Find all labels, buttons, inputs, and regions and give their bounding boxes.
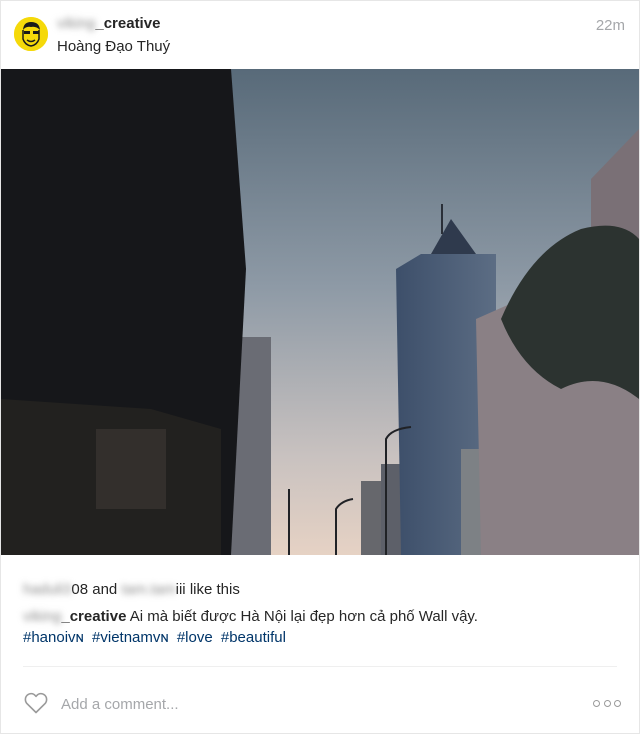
like-button[interactable] bbox=[23, 691, 49, 715]
liker-2[interactable]: iii bbox=[176, 581, 186, 598]
caption-username-blurred: viking bbox=[23, 608, 62, 625]
likes-tail: like this bbox=[189, 581, 240, 598]
likes-joiner: and bbox=[92, 581, 118, 598]
more-dot bbox=[603, 699, 611, 707]
post-location[interactable]: Hoàng Đạo Thuý bbox=[57, 38, 170, 55]
caption-username-visible: _creative bbox=[61, 608, 127, 625]
post-photo[interactable] bbox=[1, 69, 639, 555]
post-header: viking_creative Hoàng Đạo Thuý 22m bbox=[1, 1, 639, 67]
caption-text: Ai mà biết được Hà Nội lại đẹp hơn cả ph… bbox=[129, 608, 478, 625]
username-blurred-part: viking bbox=[57, 15, 96, 32]
comment-input[interactable] bbox=[61, 691, 541, 717]
face-icon bbox=[14, 17, 48, 51]
liker-1-blurred[interactable]: haduli3 bbox=[23, 581, 71, 598]
likes-line: haduli308 and tam.tamiii like this bbox=[23, 581, 240, 598]
post-caption: viking_creative Ai mà biết được Hà Nội l… bbox=[23, 608, 478, 625]
caption-username[interactable]: viking_creative bbox=[23, 608, 126, 625]
more-dot bbox=[593, 699, 600, 707]
hashtag-link[interactable]: #love bbox=[177, 629, 213, 646]
hashtag-link[interactable]: #hanoiᴠɴ bbox=[23, 629, 84, 646]
more-dot bbox=[614, 699, 621, 707]
post-card: viking_creative Hoàng Đạo Thuý 22m hadul… bbox=[0, 0, 640, 734]
caption-hashtags: #hanoiᴠɴ #vietnamᴠɴ #love #beautiful bbox=[23, 629, 290, 646]
hashtag-link[interactable]: #beautiful bbox=[221, 629, 286, 646]
avatar[interactable] bbox=[14, 17, 48, 51]
username-visible-part: _creative bbox=[95, 15, 161, 32]
city-sky-photo bbox=[1, 69, 639, 555]
post-timestamp[interactable]: 22m bbox=[596, 17, 625, 34]
post-username[interactable]: viking_creative bbox=[57, 15, 160, 32]
liker-1[interactable]: 08 bbox=[71, 581, 88, 598]
more-options-button[interactable] bbox=[593, 693, 621, 713]
divider bbox=[23, 666, 617, 667]
liker-2-blurred[interactable]: tam.tam bbox=[121, 581, 175, 598]
hashtag-link[interactable]: #vietnamᴠɴ bbox=[92, 629, 169, 646]
heart-outline-icon bbox=[24, 692, 48, 714]
